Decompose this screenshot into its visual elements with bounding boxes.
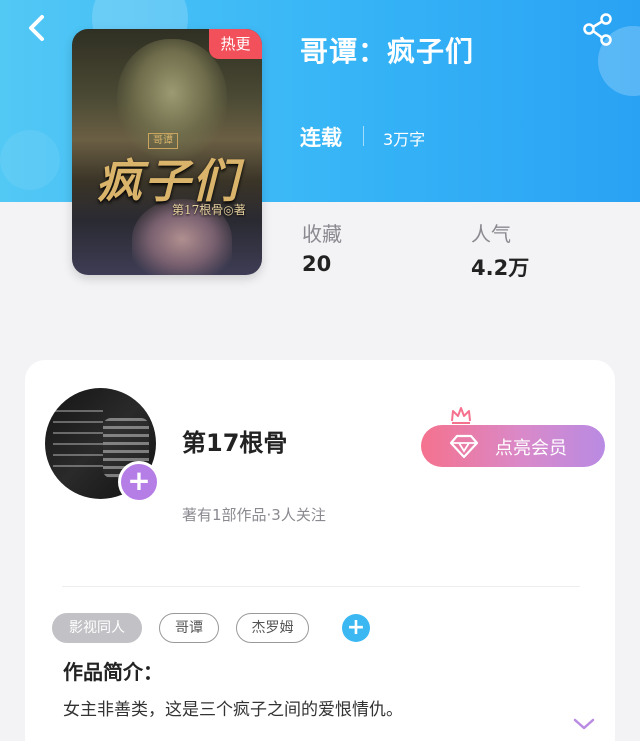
serial-status: 连载 [300,126,342,150]
divider [62,586,580,587]
book-title: 哥谭：疯子们 [300,35,475,68]
back-button[interactable] [22,12,52,44]
add-tag-button[interactable]: + [342,614,370,642]
diamond-icon [449,434,479,459]
book-cover[interactable]: 哥谭 疯子们 第17根骨◎著 [72,29,262,275]
popularity-label: 人气 [471,222,511,246]
favorites-value: 20 [302,252,332,276]
author-name[interactable]: 第17根骨 [182,423,287,458]
chevron-down-icon[interactable] [572,716,596,732]
follow-author-button[interactable]: + [118,461,160,503]
cover-author: 第17根骨◎著 [172,203,246,217]
intro-title: 作品简介： [63,660,163,684]
author-meta: 著有1部作品·3人关注 [182,506,326,524]
tag-chip[interactable]: 影视同人 [52,613,142,643]
decor-bubble [0,130,60,190]
vip-button[interactable]: 点亮会员 [421,425,605,467]
intro-text: 女主非善类，这是三个疯子之间的爱恨情仇。 [63,700,403,720]
tag-chip[interactable]: 杰罗姆 [236,613,309,643]
divider [363,126,364,146]
vip-button-label: 点亮会员 [495,438,567,459]
popularity-value: 4.2万 [471,256,530,280]
word-count: 3万字 [383,130,426,149]
crown-icon [451,407,471,424]
avatar-art [53,410,103,470]
plus-icon: + [127,464,151,497]
hot-badge: 热更 [209,29,262,59]
share-icon [583,13,612,46]
tag-chip[interactable]: 哥谭 [159,613,219,643]
favorites-label: 收藏 [302,222,342,246]
share-button[interactable] [580,12,616,48]
chevron-left-icon [29,15,44,41]
